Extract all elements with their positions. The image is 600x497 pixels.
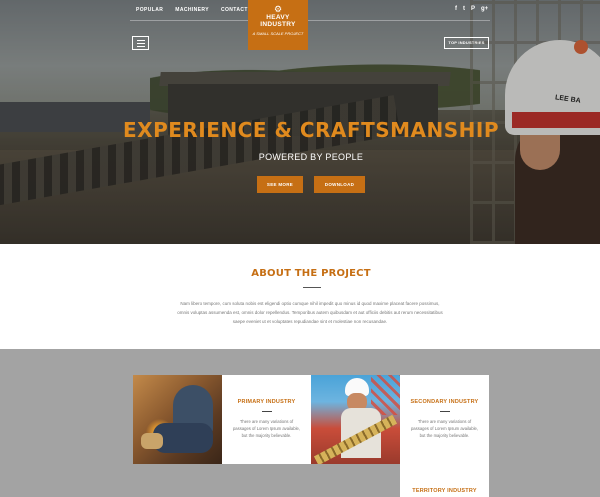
territory-industry-card[interactable]: TERRITORY INDUSTRY [400, 464, 489, 497]
menu-bar [136, 45, 145, 47]
pinterest-icon[interactable]: P [471, 6, 475, 12]
hero-title: EXPERIENCE & CRAFTSMANSHIP [123, 118, 499, 142]
logo-name-line1: HEAVY [266, 14, 290, 21]
menu-bar [136, 42, 145, 44]
hamburger-menu-button[interactable] [132, 36, 149, 50]
hero-subtitle: POWERED BY PEOPLE [258, 152, 364, 162]
site-logo[interactable]: ⚙ HEAVY INDUSTRY A SMALL SCALE PROJECT [248, 0, 308, 50]
top-nav: POPULAR MACHINERY CONTACT [136, 7, 248, 13]
gear-icon: ⚙ [273, 4, 283, 14]
menu-bar [136, 39, 145, 41]
territory-industry-title: TERRITORY INDUSTRY [412, 488, 477, 494]
logo-name-line2: INDUSTRY [260, 21, 296, 28]
see-more-button[interactable]: SEE MORE [257, 176, 303, 193]
about-body: Nam libero tempore, cum soluta nobis est… [177, 301, 443, 324]
nav-link-contact[interactable]: CONTACT [221, 7, 248, 13]
nav-link-machinery[interactable]: MACHINERY [175, 7, 209, 13]
primary-industry-title: PRIMARY INDUSTRY [237, 399, 296, 405]
primary-industry-card[interactable]: PRIMARY INDUSTRY There are many variatio… [222, 375, 311, 464]
secondary-industry-text: There are many variations of passages of… [410, 419, 479, 438]
about-section: ABOUT THE PROJECT Nam libero tempore, cu… [0, 244, 600, 349]
logo-tagline: A SMALL SCALE PROJECT [252, 31, 304, 36]
card-divider [439, 411, 450, 412]
hero-top-divider [130, 20, 490, 21]
twitter-icon[interactable]: t [463, 6, 465, 12]
card-divider [261, 411, 272, 412]
nav-link-popular[interactable]: POPULAR [136, 7, 163, 13]
top-industries-button[interactable]: TOP INDUSTRIES [444, 37, 489, 49]
facebook-icon[interactable]: f [455, 6, 457, 12]
industries-section: PRIMARY INDUSTRY There are many variatio… [0, 349, 600, 497]
about-divider [303, 287, 321, 288]
secondary-industry-card[interactable]: SECONDARY INDUSTRY There are many variat… [400, 375, 489, 464]
secondary-industry-title: SECONDARY INDUSTRY [410, 399, 479, 405]
google-plus-icon[interactable]: g+ [481, 6, 488, 12]
about-heading: ABOUT THE PROJECT [251, 268, 371, 279]
primary-industry-image [133, 375, 222, 464]
download-button[interactable]: DOWNLOAD [314, 176, 365, 193]
social-links: f t P g+ [455, 6, 488, 12]
welder-glove [141, 433, 163, 449]
primary-industry-text: There are many variations of passages of… [232, 419, 301, 438]
secondary-industry-image [311, 375, 400, 464]
